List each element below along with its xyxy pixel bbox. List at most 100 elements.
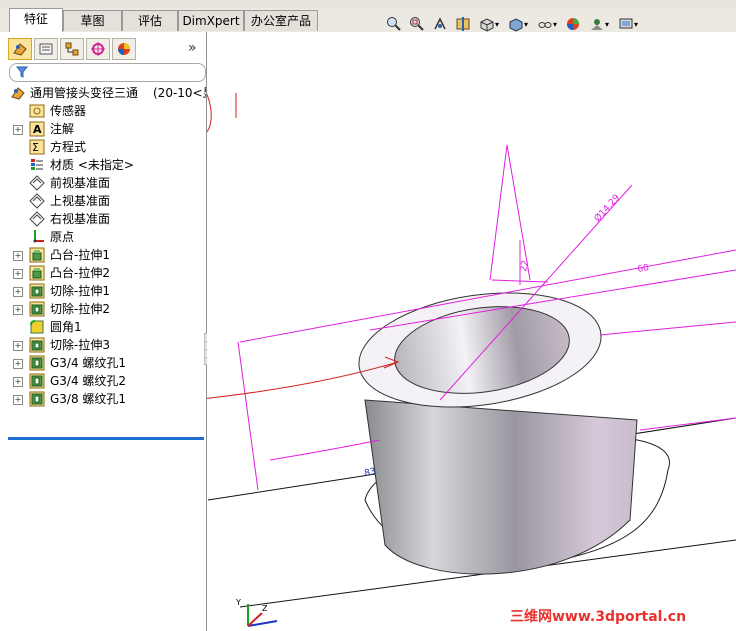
hole-wizard-icon [29, 391, 45, 407]
display-manager-icon [118, 43, 130, 55]
feature-tree-item[interactable]: + G3/4 螺纹孔1 [0, 354, 206, 372]
feature-tree-item[interactable]: + 切除-拉伸3 [0, 336, 206, 354]
expand-toggle-icon[interactable]: + [13, 359, 23, 369]
feature-tree-item[interactable]: + 切除-拉伸1 [0, 282, 206, 300]
appearance-icon [567, 18, 579, 30]
expand-toggle-icon[interactable]: + [13, 269, 23, 279]
feature-tree-item-label: 圆角1 [50, 320, 82, 334]
feature-tree-item[interactable]: 原点 [0, 228, 206, 246]
heads-up-view-toolbar: ▾ ▾ ▾ ▾ ▾ [384, 14, 641, 34]
edit-appearance-button[interactable] [563, 14, 583, 34]
plane-icon [29, 211, 45, 227]
feature-tree-item[interactable]: + G3/8 螺纹孔1 [0, 390, 206, 408]
panel-tab-bar [8, 38, 136, 60]
previous-view-icon [434, 17, 446, 30]
hole-wizard-icon [29, 355, 45, 371]
expand-toggle-icon[interactable]: + [13, 341, 23, 351]
boss-extrude-icon [29, 265, 45, 281]
feature-tree-item[interactable]: 材质 <未指定> [0, 156, 206, 174]
hide-show-items-button[interactable]: ▾ [534, 14, 560, 34]
feature-tree-item[interactable]: + A 注解 [0, 120, 206, 138]
feature-tree-item-label: 原点 [50, 230, 75, 244]
view-orientation-icon [480, 18, 494, 32]
equation-icon: Σ [29, 139, 45, 155]
feature-tree-item[interactable]: + G3/4 螺纹孔2 [0, 372, 206, 390]
dimension-vertical-label[interactable]: 22 [519, 260, 531, 273]
feature-tree-item-label: 凸台-拉伸2 [50, 266, 110, 280]
svg-text:Y: Y [235, 598, 241, 607]
feature-tree-item-label: 材质 <未指定> [50, 158, 134, 172]
expand-toggle-icon[interactable]: + [13, 305, 23, 315]
dimension-base-label[interactable]: 83 [364, 467, 377, 479]
feature-tree-item[interactable]: 上视基准面 [0, 192, 206, 210]
material-icon [31, 159, 43, 170]
expand-toggle-icon[interactable]: + [13, 251, 23, 261]
graphics-viewport[interactable]: Ø14.29 60 22 83 Y Z [207, 32, 736, 631]
property-manager-tab[interactable] [34, 38, 58, 60]
dimxpert-manager-icon [91, 42, 105, 56]
feature-tree-item-label: G3/4 螺纹孔1 [50, 356, 127, 370]
rollback-bar[interactable] [8, 437, 204, 440]
feature-tree-item-label: G3/8 螺纹孔1 [50, 392, 127, 406]
feature-tree-item[interactable]: Σ 方程式 [0, 138, 206, 156]
tab-sketch[interactable]: 草图 [63, 10, 122, 31]
feature-tree-item[interactable]: + 切除-拉伸2 [0, 300, 206, 318]
svg-text:Z: Z [262, 604, 268, 613]
plane-icon [29, 175, 45, 191]
hide-show-icon [538, 22, 552, 28]
tab-office-products[interactable]: 办公室产品 [244, 10, 318, 31]
configuration-manager-tab[interactable] [60, 38, 84, 60]
feature-tree-item-label: 方程式 [50, 140, 87, 154]
part-icon [11, 87, 25, 100]
expand-toggle-icon[interactable]: + [13, 287, 23, 297]
section-view-icon [456, 17, 470, 31]
feature-manager-tab[interactable] [8, 38, 32, 60]
display-style-icon [509, 18, 523, 32]
feature-tree-item-label: 切除-拉伸2 [50, 302, 110, 316]
feature-tree-item[interactable]: + 凸台-拉伸1 [0, 246, 206, 264]
display-manager-tab[interactable] [112, 38, 136, 60]
dimension-diameter-label[interactable]: Ø14.29 [592, 192, 622, 224]
watermark: 三维网www.3dportal.cn [510, 606, 686, 626]
dimension-length-label[interactable]: 60 [637, 263, 650, 275]
triad-axes: Y Z [235, 598, 278, 627]
previous-view-button[interactable] [430, 14, 450, 34]
feature-tree-item[interactable]: 前视基准面 [0, 174, 206, 192]
cut-extrude-icon [29, 283, 45, 299]
view-orientation-button[interactable]: ▾ [476, 14, 502, 34]
expand-toggle-icon[interactable]: + [13, 395, 23, 405]
part-configuration: (20-10<显 [153, 86, 206, 100]
feature-tree-item-label: 切除-拉伸1 [50, 284, 110, 298]
feature-tree-item-label: 前视基准面 [50, 176, 111, 190]
zoom-to-fit-icon [387, 17, 401, 31]
feature-tree-filter-input[interactable] [9, 63, 206, 82]
apply-scene-button[interactable]: ▾ [586, 14, 612, 34]
zoom-area-button[interactable] [407, 14, 427, 34]
feature-tree-item-label: 右视基准面 [50, 212, 111, 226]
feature-tree-item[interactable]: 右视基准面 [0, 210, 206, 228]
watermark-url: www.3dportal.cn [552, 609, 687, 625]
display-style-button[interactable]: ▾ [505, 14, 531, 34]
sensor-icon [29, 104, 45, 118]
section-view-button[interactable] [453, 14, 473, 34]
expand-panel-chevron-icon[interactable]: » [188, 40, 197, 56]
tab-features[interactable]: 特征 [9, 8, 63, 32]
plane-icon [29, 193, 45, 209]
feature-tree-item[interactable]: + 凸台-拉伸2 [0, 264, 206, 282]
zoom-to-fit-button[interactable] [384, 14, 404, 34]
zoom-area-icon [410, 17, 424, 31]
feature-tree-item-label: G3/4 螺纹孔2 [50, 374, 127, 388]
expand-toggle-icon[interactable]: + [13, 125, 23, 135]
feature-tree-item[interactable]: 传感器 [0, 102, 206, 120]
view-settings-button[interactable]: ▾ [615, 14, 641, 34]
feature-tree-item[interactable]: 圆角1 [0, 318, 206, 336]
tab-evaluate[interactable]: 评估 [122, 10, 178, 31]
dimxpert-manager-tab[interactable] [86, 38, 110, 60]
svg-text:A: A [33, 123, 42, 136]
expand-toggle-icon[interactable]: + [13, 377, 23, 387]
feature-tree-item-label: 传感器 [50, 104, 87, 118]
part-root-node[interactable]: 通用管接头变径三通 (20-10<显 [8, 84, 206, 102]
boss-extrude-icon [29, 247, 45, 263]
tab-dimxpert[interactable]: DimXpert [178, 10, 244, 31]
feature-tree-item-label: 切除-拉伸3 [50, 338, 110, 352]
